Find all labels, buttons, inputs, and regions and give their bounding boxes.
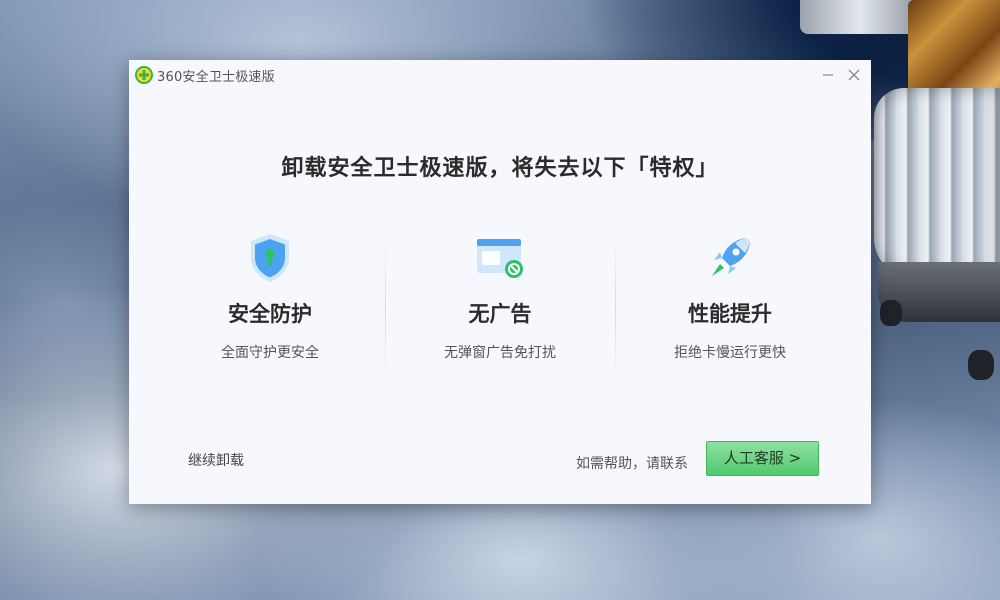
feature-desc: 全面守护更安全 [221, 345, 319, 361]
shield-lock-icon [242, 230, 298, 286]
window-title: 360安全卫士极速版 [157, 70, 275, 85]
feature-security: 安全防护 全面守护更安全 [155, 230, 385, 362]
close-button[interactable] [843, 64, 865, 86]
title-bar: 360安全卫士极速版 [129, 60, 871, 90]
feature-desc: 拒绝卡慢运行更快 [674, 345, 786, 361]
app-logo-icon [135, 66, 153, 84]
no-ads-window-icon [472, 230, 528, 286]
help-text: 如需帮助，请联系 [576, 456, 688, 472]
feature-title: 安全防护 [228, 302, 312, 326]
minimize-icon [823, 74, 833, 76]
feature-desc: 无弹窗广告免打扰 [444, 345, 556, 361]
feature-performance: 性能提升 拒绝卡慢运行更快 [615, 230, 845, 362]
customer-service-button[interactable]: 人工客服 > [706, 441, 819, 476]
minimize-button[interactable] [817, 64, 839, 86]
close-icon [848, 69, 860, 81]
satellite-image [868, 0, 1000, 380]
continue-uninstall-link[interactable]: 继续卸载 [188, 450, 244, 470]
feature-no-ads: 无广告 无弹窗广告免打扰 [385, 230, 615, 362]
uninstall-dialog: 360安全卫士极速版 卸载安全卫士极速版，将失去以下「特权」 安全防护 全面守护… [129, 60, 871, 504]
dialog-headline: 卸载安全卫士极速版，将失去以下「特权」 [281, 156, 719, 181]
feature-title: 性能提升 [688, 302, 772, 326]
rocket-icon [702, 230, 758, 286]
feature-title: 无广告 [468, 302, 532, 326]
